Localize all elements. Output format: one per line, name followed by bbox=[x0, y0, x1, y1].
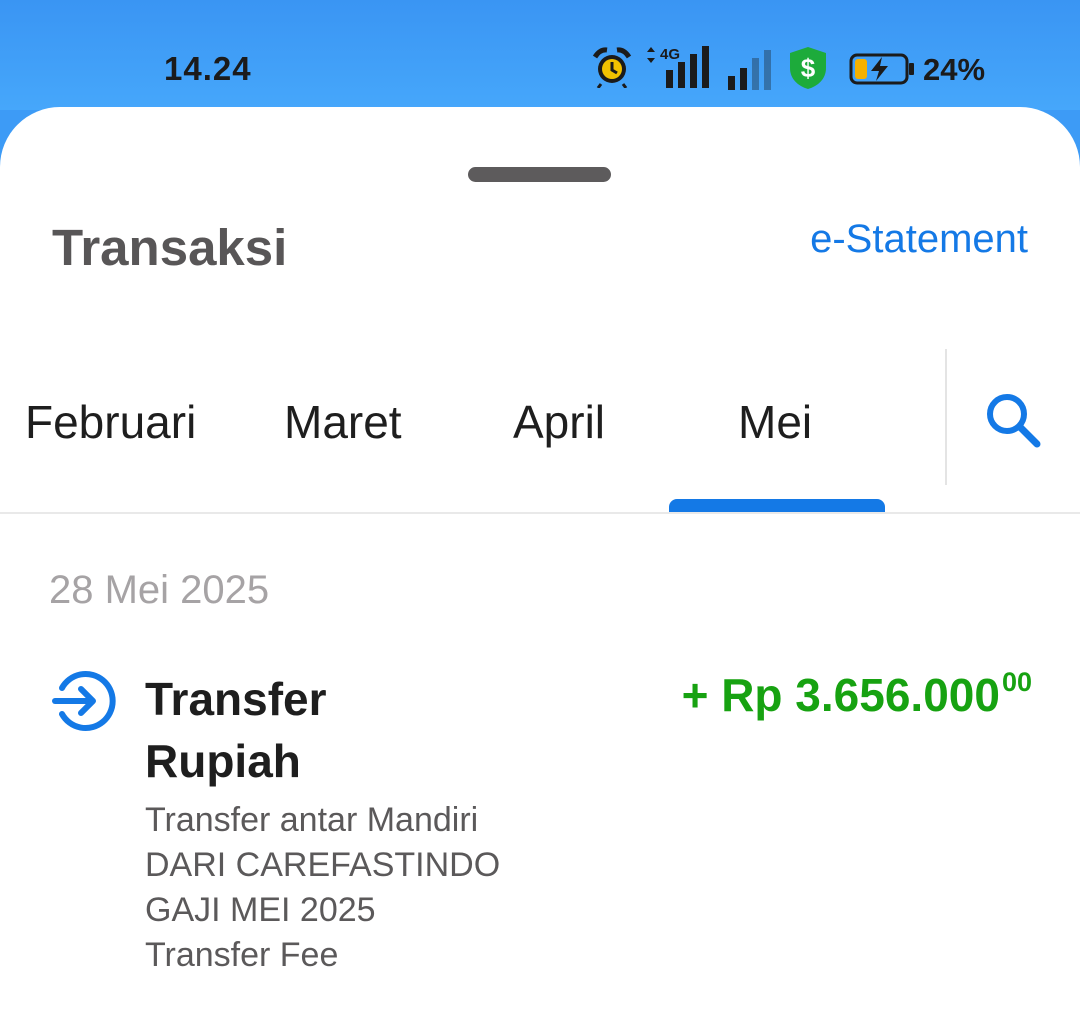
month-tabs: Februari Maret April Mei bbox=[0, 347, 1080, 512]
transaction-amount: + Rp 3.656.00000 bbox=[681, 667, 1032, 722]
date-heading: 28 Mei 2025 bbox=[49, 568, 270, 612]
amount-cents: 00 bbox=[1001, 667, 1032, 697]
status-bar: 14.24 4G $ 24% bbox=[0, 0, 1080, 110]
transaction-desc-line: Transfer Fee bbox=[145, 936, 339, 974]
tab-maret[interactable]: Maret bbox=[284, 395, 402, 449]
selected-tab-indicator bbox=[669, 499, 885, 512]
tab-mei[interactable]: Mei bbox=[738, 395, 812, 449]
sheet-drag-handle[interactable] bbox=[468, 167, 611, 182]
transaction-desc-line: GAJI MEI 2025 bbox=[145, 891, 376, 929]
transaction-desc-line: Transfer antar Mandiri bbox=[145, 801, 479, 839]
signal-4g-icon: 4G bbox=[644, 46, 714, 90]
status-time: 14.24 bbox=[164, 50, 252, 87]
estatement-link[interactable]: e-Statement bbox=[810, 217, 1028, 262]
battery-percent: 24% bbox=[923, 52, 986, 87]
tab-april[interactable]: April bbox=[513, 395, 605, 449]
signal-icon bbox=[728, 50, 771, 90]
tabs-bottom-divider bbox=[0, 512, 1080, 514]
transaction-title: Transfer Rupiah bbox=[145, 673, 327, 787]
amount-main: + Rp 3.656.000 bbox=[681, 669, 1000, 721]
network-type-label: 4G bbox=[660, 46, 681, 63]
battery-charging-icon bbox=[849, 53, 914, 85]
tabs-divider bbox=[945, 349, 947, 485]
transactions-sheet: Transaksi e-Statement Februari Maret Apr… bbox=[0, 107, 1080, 1009]
page-title: Transaksi bbox=[52, 219, 288, 276]
transfer-in-icon bbox=[52, 671, 116, 731]
search-icon[interactable] bbox=[984, 391, 1042, 449]
tab-februari[interactable]: Februari bbox=[25, 395, 196, 449]
transaction-item[interactable]: Transfer Rupiah Transfer antar Mandiri D… bbox=[0, 662, 1080, 992]
security-shield-icon: $ bbox=[790, 47, 826, 89]
transaction-description: Transfer antar Mandiri DARI CAREFASTINDO… bbox=[145, 798, 500, 978]
transaction-desc-line: DARI CAREFASTINDO bbox=[145, 846, 501, 884]
alarm-icon bbox=[592, 47, 632, 88]
svg-text:$: $ bbox=[801, 53, 816, 83]
